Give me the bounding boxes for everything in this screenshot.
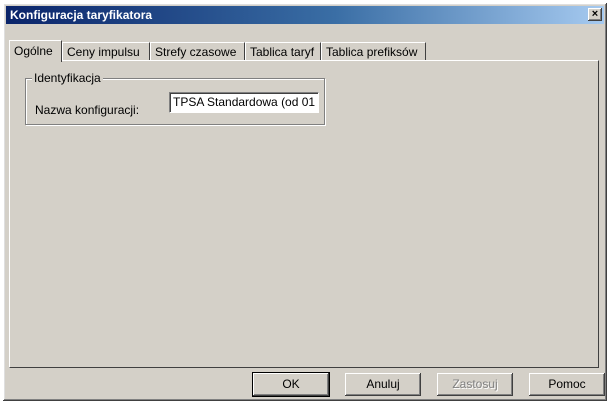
apply-button: Zastosuj: [437, 373, 513, 396]
tab-label: Ogólne: [14, 44, 53, 58]
close-button[interactable]: ×: [588, 8, 602, 21]
tab-ogolne[interactable]: Ogólne: [9, 40, 62, 62]
ok-button[interactable]: OK: [252, 372, 330, 397]
config-name-input[interactable]: TPSA Standardowa (od 01: [169, 92, 319, 113]
tab-strefy-czasowe[interactable]: Strefy czasowe: [150, 42, 245, 60]
tab-label: Tablica prefiksów: [326, 45, 418, 59]
title-bar[interactable]: Konfiguracja taryfikatora ×: [6, 6, 604, 24]
tab-label: Tablica taryf: [250, 45, 315, 59]
tab-ceny-impulsu[interactable]: Ceny impulsu: [62, 42, 150, 60]
identification-groupbox: Identyfikacja Nazwa konfiguracji: TPSA S…: [25, 71, 325, 125]
groupbox-label: Identyfikacja: [32, 71, 103, 85]
tab-tablica-prefiksow[interactable]: Tablica prefiksów: [321, 42, 426, 60]
tab-panel-ogolne: Identyfikacja Nazwa konfiguracji: TPSA S…: [9, 60, 599, 368]
help-button[interactable]: Pomoc: [529, 373, 605, 396]
close-icon: ×: [591, 8, 599, 20]
tab-label: Strefy czasowe: [155, 45, 237, 59]
config-name-label: Nazwa konfiguracji:: [35, 103, 140, 117]
tab-label: Ceny impulsu: [67, 45, 140, 59]
cancel-button[interactable]: Anuluj: [345, 373, 421, 396]
tab-tablica-taryf[interactable]: Tablica taryf: [245, 42, 321, 60]
window-title: Konfiguracja taryfikatora: [10, 8, 153, 22]
